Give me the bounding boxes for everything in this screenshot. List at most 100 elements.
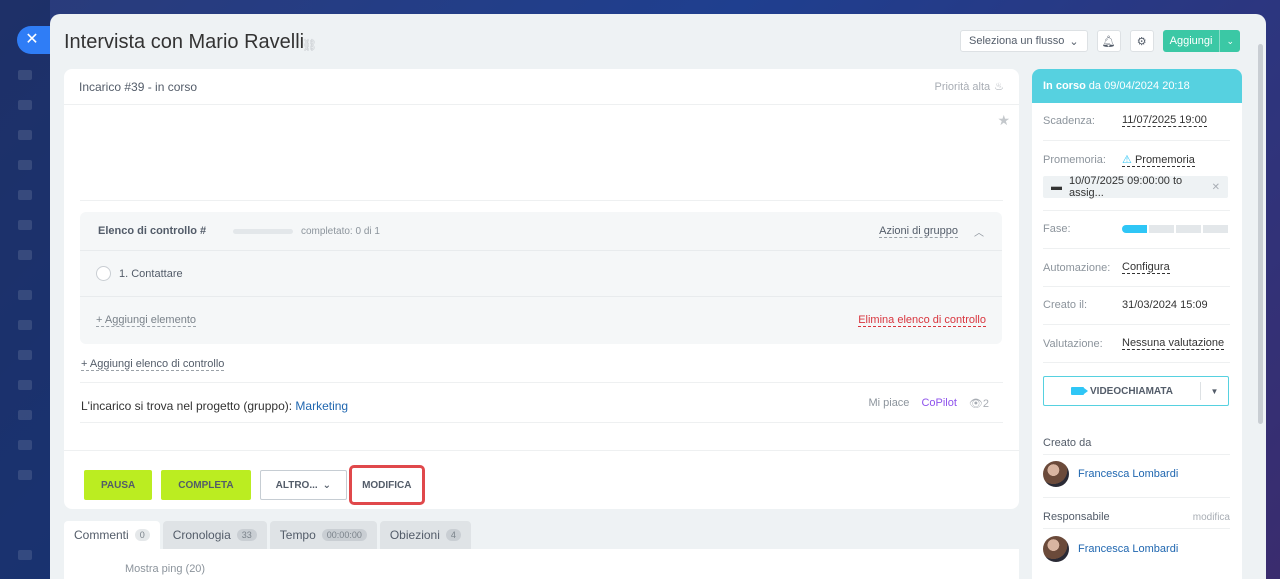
sidebar-icon[interactable] <box>18 290 32 300</box>
sidebar-icon[interactable] <box>18 100 32 110</box>
tab-label: Tempo <box>279 528 316 542</box>
priority-toggle[interactable]: Priorità alta ♨ <box>934 80 1004 94</box>
sidebar-icon[interactable] <box>18 130 32 140</box>
sidebar-icon[interactable] <box>18 250 32 260</box>
show-ping-link[interactable]: Mostra ping (20) <box>125 563 205 575</box>
comments-area: Mostra ping (20) <box>64 549 1019 579</box>
task-slider-panel: Intervista con Mario Ravelli ⛓ Seleziona… <box>50 14 1266 579</box>
checklist-title[interactable]: Elenco di controllo # <box>98 225 233 237</box>
divider <box>1043 362 1230 363</box>
tab-count: 33 <box>236 529 257 541</box>
scrollbar[interactable] <box>1258 44 1263 424</box>
copilot-button[interactable]: CoPilot <box>921 397 956 410</box>
responsible-edit-link[interactable]: modifica <box>1193 512 1230 523</box>
tab-comments[interactable]: Commenti 0 <box>64 521 160 549</box>
divider <box>1043 454 1230 455</box>
rating-link[interactable]: Nessuna valutazione <box>1122 337 1225 350</box>
stage-bar[interactable] <box>1122 225 1228 233</box>
sidebar-icon[interactable] <box>18 410 32 420</box>
sidebar-icon[interactable] <box>18 440 32 450</box>
deadline-label: Scadenza: <box>1043 114 1095 127</box>
video-call-main[interactable]: VIDEOCHIAMATA <box>1044 386 1200 397</box>
task-header: Incarico #39 - in corso Priorità alta ♨ <box>64 69 1019 105</box>
add-checklist-link[interactable]: + Aggiungi elenco di controllo <box>81 358 225 371</box>
sidebar-icon[interactable] <box>18 190 32 200</box>
divider <box>64 450 1019 451</box>
printer-icon[interactable] <box>18 550 32 560</box>
tab-history[interactable]: Cronologia 33 <box>162 521 267 549</box>
created-value: 31/03/2024 15:09 <box>1122 299 1208 311</box>
checklist-header: Elenco di controllo # completato: 0 di 1… <box>80 212 1002 251</box>
tab-time[interactable]: Tempo 00:00:00 <box>269 521 377 549</box>
more-button-label: ALTRO... <box>275 479 318 491</box>
like-button[interactable]: Mi piace <box>868 397 909 410</box>
reminder-row: Promemoria: ⚠︎ Promemoria <box>1043 153 1230 167</box>
chevron-up-icon[interactable]: ︿ <box>974 224 984 239</box>
responsible-person[interactable]: Francesca Lombardi <box>1043 536 1178 562</box>
pause-button[interactable]: PAUSA <box>84 470 153 500</box>
stage-segment[interactable] <box>1149 225 1174 233</box>
sidebar-icon[interactable] <box>18 470 32 480</box>
deadline-row: Scadenza: 11/07/2025 19:00 <box>1043 114 1230 127</box>
sidebar-icon[interactable] <box>18 320 32 330</box>
header-actions: Seleziona un flusso ⌄ 🔔︎ ⚙ Aggiungi ⌄ <box>960 30 1240 52</box>
more-button[interactable]: ALTRO... ⌄ <box>259 470 348 500</box>
add-button[interactable]: Aggiungi ⌄ <box>1162 30 1240 52</box>
responsible-title: Responsabile <box>1043 511 1110 523</box>
sidebar-icon[interactable] <box>18 220 32 230</box>
chat-icon: ▬ <box>1051 181 1062 193</box>
divider <box>1043 324 1230 325</box>
video-call-label: VIDEOCHIAMATA <box>1090 385 1173 397</box>
automation-link[interactable]: Configura <box>1122 261 1170 274</box>
gear-icon[interactable]: ⚙ <box>1129 30 1154 52</box>
stage-segment[interactable] <box>1203 225 1228 233</box>
sidebar-icon[interactable] <box>18 70 32 80</box>
delete-checklist-link[interactable]: Elimina elenco di controllo <box>858 314 986 327</box>
priority-label: Priorità alta <box>934 80 991 93</box>
chevron-down-icon: ⌄ <box>322 479 332 491</box>
created-by-title: Creato da <box>1043 437 1092 449</box>
stage-segment[interactable] <box>1122 225 1147 233</box>
bell-icon: ⚠︎ <box>1122 154 1132 166</box>
checklist-item: 1. Contattare <box>80 251 1002 297</box>
chevron-down-icon[interactable]: ⌄ <box>1219 30 1240 52</box>
star-icon[interactable]: ★ <box>997 112 1010 129</box>
reminder-value: Promemoria <box>1134 154 1195 166</box>
views-counter: 👁︎2 <box>969 397 989 410</box>
checkbox-circle[interactable] <box>96 266 111 281</box>
status-label: In corso <box>1043 80 1086 92</box>
project-link[interactable]: Marketing <box>295 399 348 413</box>
divider <box>1043 497 1230 498</box>
modify-button[interactable]: MODIFICA <box>349 465 425 505</box>
flow-select[interactable]: Seleziona un flusso ⌄ <box>960 30 1088 52</box>
reminder-chip[interactable]: ▬ 10/07/2025 09:00:00 to assig... ✕ <box>1043 175 1228 199</box>
created-row: Creato il: 31/03/2024 15:09 <box>1043 299 1230 311</box>
sidebar-icon[interactable] <box>18 350 32 360</box>
project-prefix: L'incarico si trova nel progetto (gruppo… <box>81 399 293 413</box>
close-icon[interactable]: ✕ <box>17 26 51 54</box>
stage-segment[interactable] <box>1176 225 1201 233</box>
created-by-person[interactable]: Francesca Lombardi <box>1043 461 1178 487</box>
deadline-value[interactable]: 11/07/2025 19:00 <box>1122 114 1207 127</box>
sidebar-icon[interactable] <box>18 160 32 170</box>
action-bar: PAUSA COMPLETA ALTRO... ⌄ MODIFICA <box>84 465 425 505</box>
close-icon[interactable]: ✕ <box>1212 182 1220 193</box>
group-actions-link[interactable]: Azioni di gruppo <box>879 225 958 238</box>
checklist: Elenco di controllo # completato: 0 di 1… <box>80 212 1002 344</box>
chevron-down-icon: ⌄ <box>1069 35 1079 48</box>
checklist-item-label[interactable]: 1. Contattare <box>119 268 183 280</box>
rating-row: Valutazione: Nessuna valutazione <box>1043 337 1230 350</box>
sidebar-icon[interactable] <box>18 380 32 390</box>
flow-select-label: Seleziona un flusso <box>969 35 1065 47</box>
link-icon[interactable]: ⛓ <box>302 38 317 52</box>
video-call-button[interactable]: VIDEOCHIAMATA ▼ <box>1043 376 1229 406</box>
chevron-down-icon[interactable]: ▼ <box>1200 382 1228 400</box>
reminder-link[interactable]: ⚠︎ Promemoria <box>1122 153 1195 167</box>
complete-button[interactable]: COMPLETA <box>161 470 251 500</box>
add-item-link[interactable]: + Aggiungi elemento <box>96 314 196 327</box>
tab-objections[interactable]: Obiezioni 4 <box>379 521 471 549</box>
bell-icon[interactable]: 🔔︎ <box>1096 30 1121 52</box>
automation-row: Automazione: Configura <box>1043 261 1230 274</box>
reminder-chip-text: 10/07/2025 09:00:00 to assig... <box>1069 175 1183 199</box>
task-heading: Incarico #39 - in corso <box>79 79 198 94</box>
